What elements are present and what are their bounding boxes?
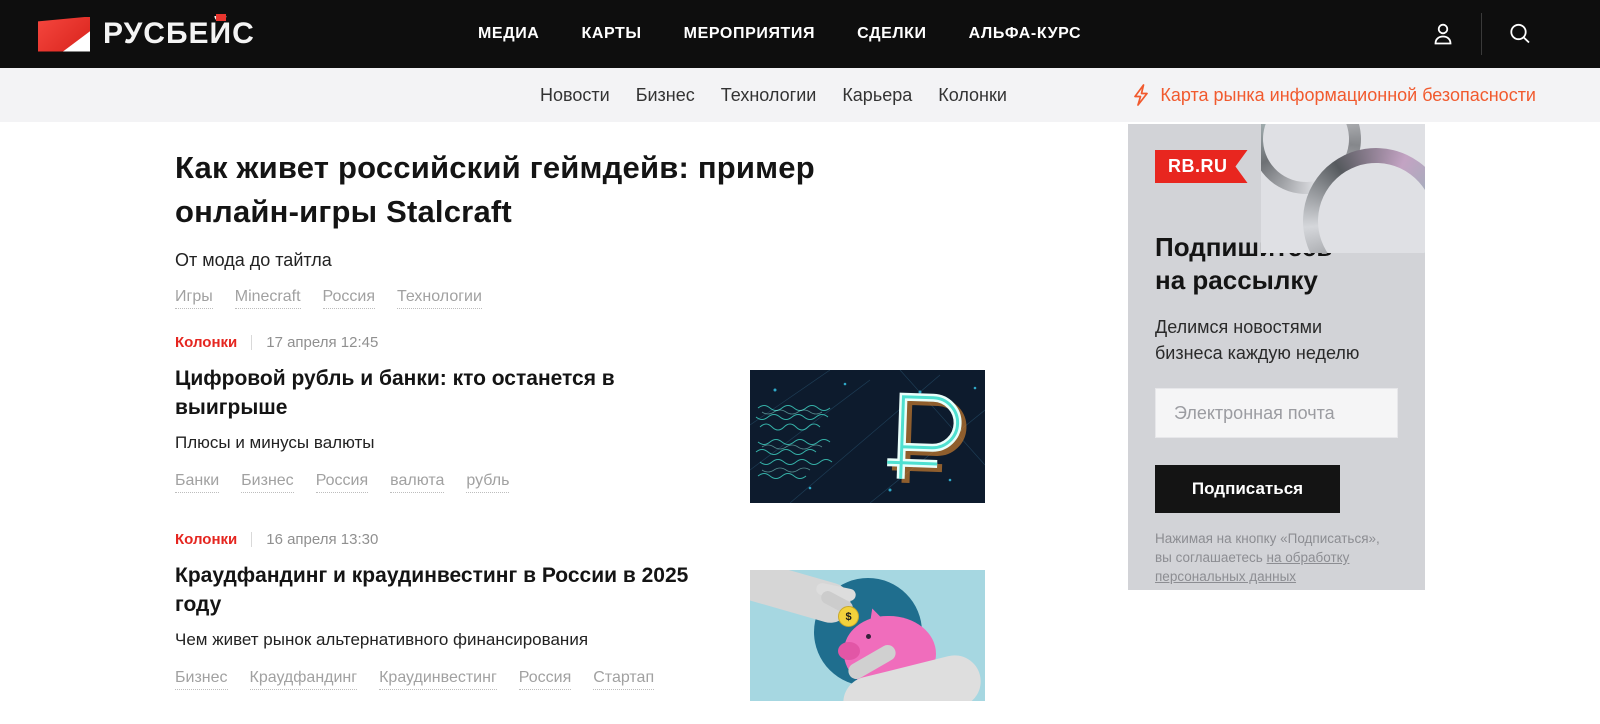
- chrome-rings-image: [1261, 124, 1425, 253]
- tag-link[interactable]: Игры: [175, 288, 213, 309]
- article-tags: Банки Бизнес Россия валюта рубль: [175, 472, 720, 493]
- rusbase-logo-icon: [38, 16, 90, 52]
- tag-link[interactable]: Бизнес: [175, 669, 228, 690]
- header-icons: [1429, 0, 1534, 68]
- security-market-map-link[interactable]: Карта рынка информационной безопасности: [1131, 68, 1536, 122]
- page: РУСБЕЙС МЕДИА КАРТЫ МЕРОПРИЯТИЯ СДЕЛКИ А…: [0, 0, 1600, 724]
- tag-link[interactable]: Краудинвестинг: [379, 669, 497, 690]
- subscribe-button[interactable]: Подписаться: [1155, 465, 1340, 513]
- nav-item-maps[interactable]: КАРТЫ: [581, 25, 641, 43]
- meta-divider: [251, 335, 253, 350]
- nav-item-alfa-course[interactable]: АЛЬФА-КУРС: [969, 25, 1082, 43]
- article-date: 17 апреля 12:45: [266, 334, 379, 351]
- article-title[interactable]: Краудфандинг и краудинвестинг в России в…: [175, 561, 720, 619]
- tag-link[interactable]: Банки: [175, 472, 220, 493]
- top-header: РУСБЕЙС МЕДИА КАРТЫ МЕРОПРИЯТИЯ СДЕЛКИ А…: [0, 0, 1600, 68]
- logo-text: РУСБЕЙС: [103, 14, 255, 50]
- header-divider: [1481, 13, 1482, 55]
- article-meta: Колонки 17 апреля 12:45: [175, 334, 720, 351]
- piggy-bank-thumbnail[interactable]: $: [750, 570, 985, 701]
- featured-title[interactable]: Как живет российский геймдейв: пример он…: [175, 146, 875, 234]
- nav-item-events[interactable]: МЕРОПРИЯТИЯ: [684, 25, 815, 43]
- rusbase-logo[interactable]: РУСБЕЙС: [38, 0, 255, 68]
- article-date: 16 апреля 13:30: [266, 531, 379, 548]
- article-title[interactable]: Цифровой рубль и банки: кто останется в …: [175, 364, 720, 422]
- subnav-links: Новости Бизнес Технологии Карьера Колонк…: [540, 68, 1007, 122]
- newsletter-widget: RB.RU Подпишитесь на рассылку Делимся но…: [1128, 124, 1425, 590]
- featured-article: Как живет российский геймдейв: пример он…: [175, 146, 985, 309]
- newsletter-disclaimer: Нажимая на кнопку «Подписаться», вы согл…: [1155, 531, 1380, 584]
- rbru-badge: RB.RU: [1155, 150, 1248, 183]
- tag-link[interactable]: Стартап: [593, 669, 655, 690]
- article-item: Колонки 16 апреля 13:30 Краудфандинг и к…: [175, 531, 985, 701]
- article-subtitle: Чем живет рынок альтернативного финансир…: [175, 630, 589, 649]
- article-tags: Бизнес Краудфандинг Краудинвестинг Росси…: [175, 669, 720, 690]
- email-input[interactable]: [1155, 388, 1398, 438]
- nav-item-media[interactable]: МЕДИА: [478, 25, 539, 43]
- tag-link[interactable]: Краудфандинг: [249, 669, 358, 690]
- nav-item-deals[interactable]: СДЕЛКИ: [857, 25, 927, 43]
- tag-link[interactable]: Бизнес: [241, 472, 294, 493]
- newsletter-description: Делимся новостями бизнеса каждую неделю: [1155, 317, 1360, 363]
- subnav-item-columns[interactable]: Колонки: [938, 85, 1007, 106]
- subnav-item-career[interactable]: Карьера: [842, 85, 912, 106]
- subnav: Новости Бизнес Технологии Карьера Колонк…: [0, 68, 1600, 122]
- subnav-item-tech[interactable]: Технологии: [721, 85, 817, 106]
- user-icon[interactable]: [1429, 20, 1457, 48]
- digital-ruble-thumbnail[interactable]: [750, 370, 985, 503]
- main-nav: МЕДИА КАРТЫ МЕРОПРИЯТИЯ СДЕЛКИ АЛЬФА-КУР…: [478, 0, 1081, 68]
- category-link[interactable]: Колонки: [175, 334, 237, 351]
- article-meta: Колонки 16 апреля 13:30: [175, 531, 720, 548]
- tag-link[interactable]: Россия: [322, 288, 375, 309]
- subnav-item-news[interactable]: Новости: [540, 85, 610, 106]
- tag-link[interactable]: Minecraft: [234, 288, 301, 309]
- featured-tags: Игры Minecraft Россия Технологии: [175, 288, 985, 309]
- tag-link[interactable]: Россия: [315, 472, 369, 493]
- lightning-icon: [1134, 84, 1149, 106]
- subnav-item-business[interactable]: Бизнес: [636, 85, 695, 106]
- article-item: Колонки 17 апреля 12:45 Цифровой рубль и…: [175, 334, 985, 503]
- tag-link[interactable]: Россия: [518, 669, 572, 690]
- tag-link[interactable]: рубль: [466, 472, 510, 493]
- dollar-coin-icon: $: [838, 606, 859, 627]
- category-link[interactable]: Колонки: [175, 531, 237, 548]
- promo-label: Карта рынка информационной безопасности: [1160, 84, 1536, 105]
- meta-divider: [251, 532, 253, 547]
- article-subtitle: Плюсы и минусы валюты: [175, 433, 375, 452]
- search-icon[interactable]: [1506, 20, 1534, 48]
- featured-subtitle: От мода до тайтла: [175, 250, 332, 270]
- tag-link[interactable]: Технологии: [397, 288, 482, 309]
- tag-link[interactable]: валюта: [390, 472, 445, 493]
